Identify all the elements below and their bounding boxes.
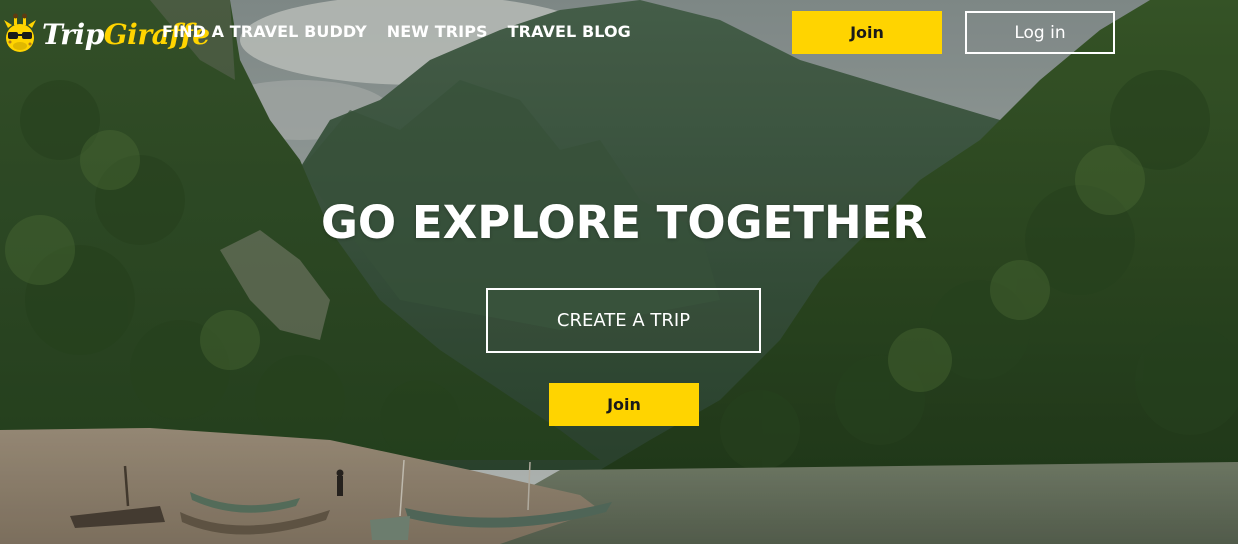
hero-headline: GO EXPLORE TOGETHER: [320, 196, 928, 249]
brand-name-part1: Trip: [42, 17, 104, 51]
create-trip-button[interactable]: CREATE A TRIP: [486, 288, 761, 353]
header-join-button[interactable]: Join: [792, 11, 942, 54]
giraffe-mascot-icon: [4, 13, 36, 52]
main-nav: FIND A TRAVEL BUDDY NEW TRIPS TRAVEL BLO…: [162, 22, 631, 41]
hero-dim-overlay: [0, 0, 1238, 544]
hero-section: TripGiraffe FIND A TRAVEL BUDDY NEW TRIP…: [0, 0, 1238, 544]
header-login-button[interactable]: Log in: [965, 11, 1115, 54]
hero-join-button[interactable]: Join: [549, 383, 699, 426]
nav-new-trips[interactable]: NEW TRIPS: [387, 22, 488, 41]
nav-find-travel-buddy[interactable]: FIND A TRAVEL BUDDY: [162, 22, 367, 41]
nav-travel-blog[interactable]: TRAVEL BLOG: [508, 22, 631, 41]
